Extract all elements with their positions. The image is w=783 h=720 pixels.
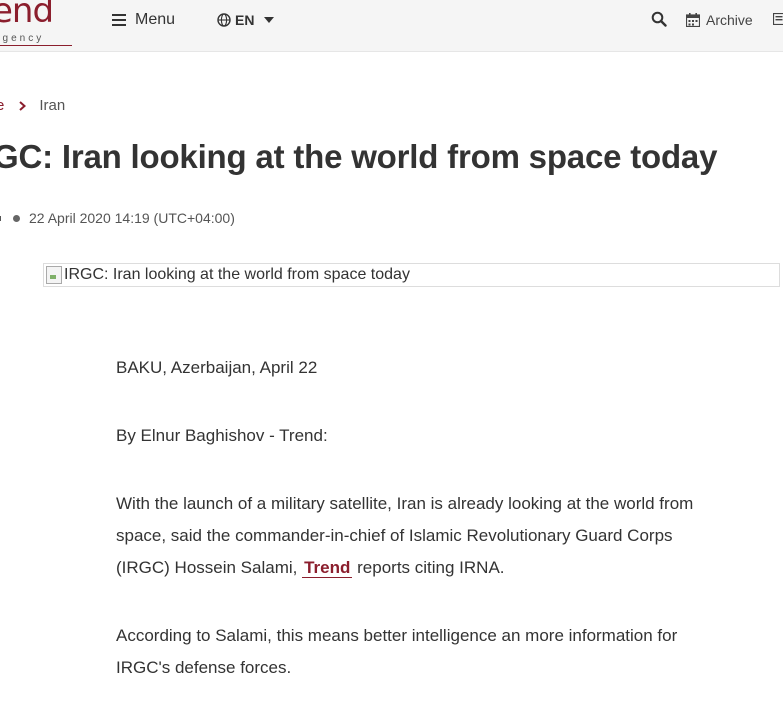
publish-date: 22 April 2020 14:19 (UTC+04:00) <box>29 210 235 226</box>
article-paragraph: According to Salami, this means better i… <box>116 620 716 684</box>
breadcrumb-separator <box>19 101 26 111</box>
menu-label: Menu <box>135 11 175 29</box>
article-image: IRGC: Iran looking at the world from spa… <box>43 263 780 287</box>
byline: By Elnur Baghishov - Trend: <box>116 420 716 452</box>
dateline: BAKU, Azerbaijan, April 22 <box>116 352 716 384</box>
logo-underline <box>0 45 72 46</box>
chevron-right-icon <box>19 101 26 111</box>
archive-button[interactable]: Archive <box>686 11 753 29</box>
calendar-icon <box>686 13 700 27</box>
newspaper-icon[interactable] <box>773 13 783 25</box>
logo-wordmark: end <box>0 0 53 28</box>
breadcrumb: e Iran <box>0 97 65 114</box>
language-selector[interactable]: EN <box>217 11 274 29</box>
site-header: end agency Menu EN <box>0 0 783 52</box>
trend-link[interactable]: Trend <box>302 558 352 578</box>
globe-icon <box>217 13 231 27</box>
paragraph-text: reports citing IRNA. <box>352 558 504 577</box>
caret-down-icon <box>264 17 274 23</box>
menu-button[interactable]: Menu <box>112 10 175 30</box>
article-title: GC: Iran looking at the world from space… <box>0 138 717 176</box>
logo-tagline: agency <box>0 33 44 44</box>
language-label: EN <box>235 12 254 28</box>
dot-icon <box>13 215 20 222</box>
article-meta: 22 April 2020 14:19 (UTC+04:00) <box>0 210 235 226</box>
search-icon[interactable] <box>651 11 667 27</box>
breadcrumb-home-link[interactable]: e <box>0 97 4 114</box>
meta-separator-icon <box>0 216 1 221</box>
archive-label: Archive <box>706 12 753 28</box>
breadcrumb-current-link[interactable]: Iran <box>39 97 65 114</box>
image-alt-text: IRGC: Iran looking at the world from spa… <box>64 266 410 284</box>
hamburger-icon <box>112 14 126 26</box>
article-paragraph: With the launch of a military satellite,… <box>116 488 716 584</box>
broken-image-icon <box>46 266 62 284</box>
article-body: BAKU, Azerbaijan, April 22 By Elnur Bagh… <box>116 352 716 720</box>
